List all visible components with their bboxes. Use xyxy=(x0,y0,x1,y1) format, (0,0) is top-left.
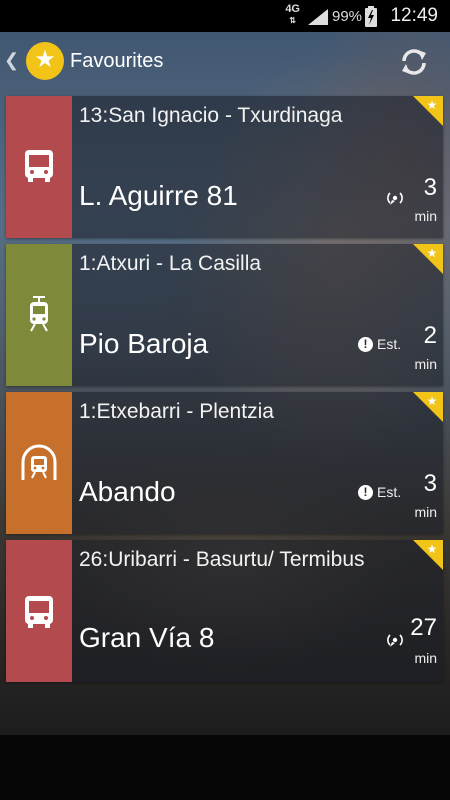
favourite-star-icon[interactable]: ★ xyxy=(413,244,443,274)
svg-text:★: ★ xyxy=(427,246,438,260)
clock: 12:49 xyxy=(390,5,438,26)
alert-icon: ! xyxy=(358,485,373,500)
arrival-minutes: 27 xyxy=(410,614,437,641)
favourite-star-icon[interactable]: ★ xyxy=(413,392,443,422)
alert-icon: ! xyxy=(358,337,373,352)
stop-name: L. Aguirre 81 xyxy=(79,180,238,211)
bus-icon xyxy=(25,150,53,182)
stop-name: Pio Baroja xyxy=(79,328,209,359)
minutes-unit: min xyxy=(414,504,437,520)
route-name: 1:Etxebarri - Plentzia xyxy=(79,400,274,423)
network-indicator: 4G ⇅ xyxy=(285,4,300,26)
favourite-star-icon[interactable]: ★ xyxy=(413,96,443,126)
arrival-minutes: 3 xyxy=(423,174,437,201)
minutes-unit: min xyxy=(414,356,437,372)
app-bar: ❮ ★ Favourites xyxy=(0,32,450,92)
battery-charging-icon xyxy=(365,6,377,27)
battery-percent: 99% xyxy=(332,8,363,25)
route-name: 1:Atxuri - La Casilla xyxy=(79,252,262,275)
signal-icon xyxy=(308,9,328,25)
tram-icon xyxy=(30,296,48,332)
route-name: 26:Uribarri - Basurtu/ Termibus xyxy=(79,548,365,571)
favourite-card[interactable]: 1:Etxebarri - Plentzia Abando ★ ! Est. 3… xyxy=(6,392,443,534)
metro-icon xyxy=(21,444,57,480)
arrival-minutes: 2 xyxy=(423,322,437,349)
route-name: 13:San Ignacio - Txurdinaga xyxy=(79,104,343,127)
favourite-card[interactable]: 26:Uribarri - Basurtu/ Termibus Gran Vía… xyxy=(6,540,443,682)
navigation-bar-area xyxy=(0,735,450,800)
data-activity-icon: ⇅ xyxy=(289,16,296,25)
bus-icon xyxy=(25,596,53,628)
star-icon: ★ xyxy=(34,46,56,73)
stop-name: Abando xyxy=(79,476,176,507)
svg-text:★: ★ xyxy=(427,542,438,556)
stop-name: Gran Vía 8 xyxy=(79,622,215,653)
svg-text:★: ★ xyxy=(427,98,438,112)
favourite-star-icon[interactable]: ★ xyxy=(413,540,443,570)
status-bar: 4G ⇅ 99% 12:49 xyxy=(0,0,450,32)
svg-text:★: ★ xyxy=(427,394,438,408)
app-logo[interactable]: ★ xyxy=(26,42,64,80)
favourite-card[interactable]: 13:San Ignacio - Txurdinaga L. Aguirre 8… xyxy=(6,96,443,238)
favourite-card[interactable]: 1:Atxuri - La Casilla Pio Baroja ★ ! Est… xyxy=(6,244,443,386)
refresh-icon[interactable] xyxy=(396,44,432,80)
minutes-unit: min xyxy=(414,208,437,224)
arrival-minutes: 3 xyxy=(423,470,437,497)
network-type: 4G xyxy=(285,3,300,15)
chevron-left-icon[interactable]: ❮ xyxy=(4,50,19,71)
minutes-unit: min xyxy=(414,650,437,666)
page-title: Favourites xyxy=(70,50,164,72)
